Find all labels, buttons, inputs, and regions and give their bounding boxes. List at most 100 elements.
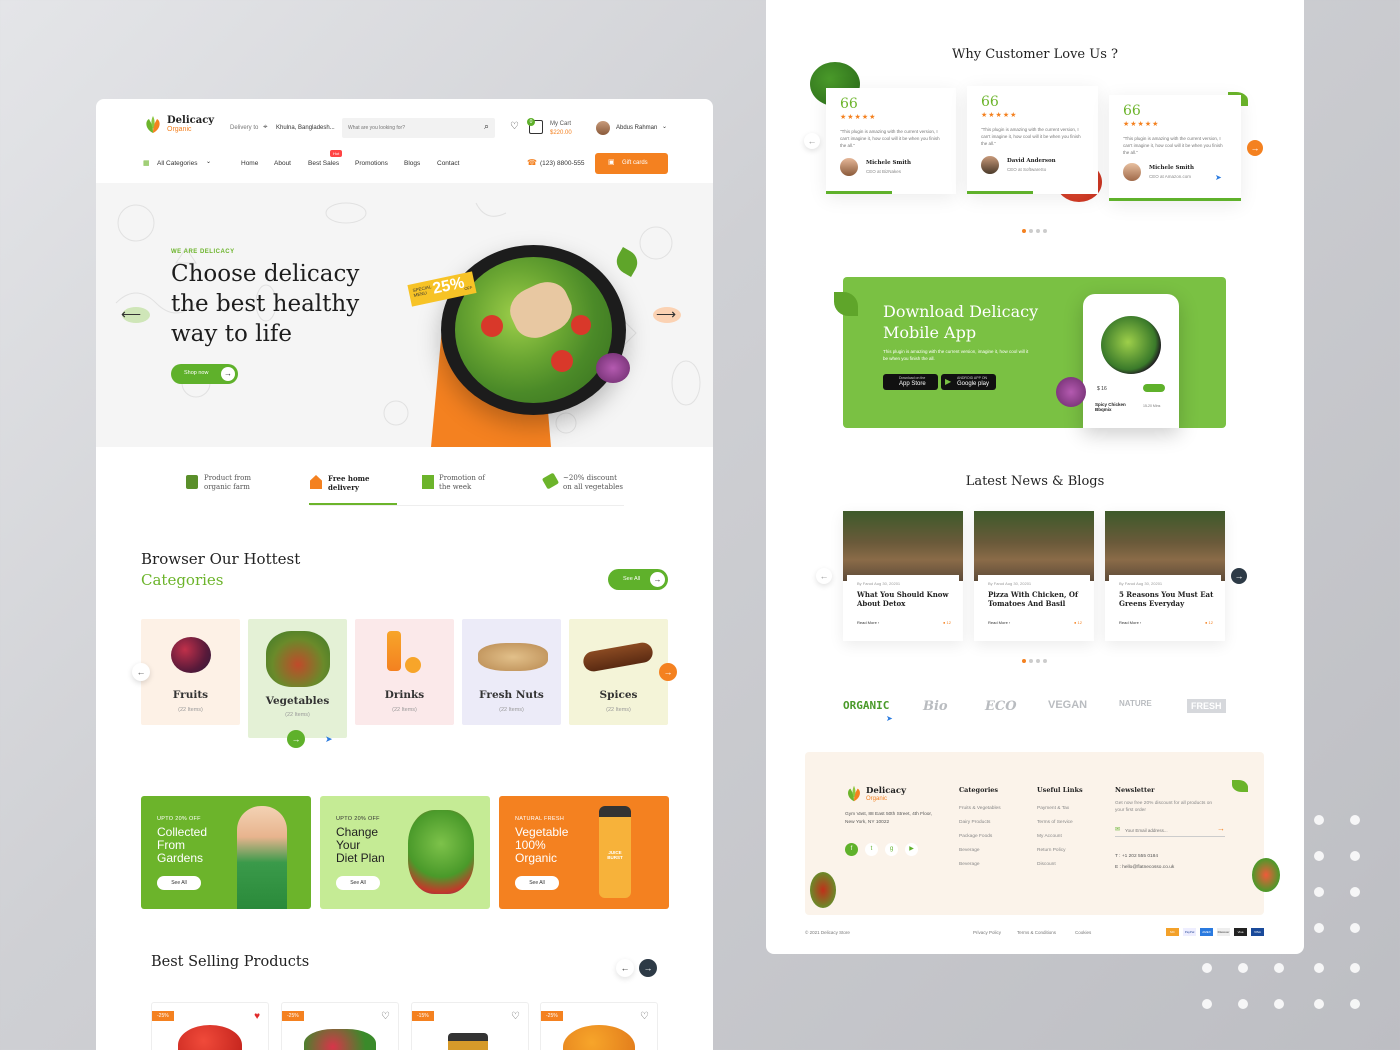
product-card[interactable]: -25% ♡ [281,1002,399,1050]
search-icon[interactable]: ⌕ [484,121,489,132]
cookies-link[interactable]: Cookies [1075,930,1091,935]
promo-see-all-button[interactable]: See All [336,876,380,890]
carousel-dot[interactable] [1036,659,1040,663]
gift-cards-button[interactable]: ▣ Gift cards [595,153,668,174]
arrow-right-icon[interactable]: → [1217,824,1225,833]
best-selling-prev-button[interactable]: ← [616,959,634,977]
nav-best-sales[interactable]: Best Sales [308,160,339,167]
brand-logo-vegan[interactable]: VEGAN [1048,699,1087,711]
chevron-down-icon[interactable]: ⌄ [206,158,211,165]
brand-logo-organic[interactable]: ORGANIC [843,699,889,712]
nav-blogs[interactable]: Blogs [404,160,420,167]
carousel-dot-active[interactable] [1022,229,1026,233]
heart-icon[interactable]: ♡ [640,1011,649,1022]
shop-now-button[interactable]: Shop now → [171,364,238,384]
category-card-fresh-nuts[interactable]: Fresh Nuts (22 Items) [462,619,561,725]
nav-contact[interactable]: Contact [437,160,459,167]
nav-promotions[interactable]: Promotions [355,160,388,167]
carousel-dot-active[interactable] [1022,659,1026,663]
footer-logo[interactable]: Delicacy Organic [845,783,925,807]
news-next-button[interactable]: → [1231,568,1247,584]
youtube-icon[interactable]: ▶ [905,843,918,856]
phone-number[interactable]: (123) 8800-555 [540,160,584,167]
feature-delivery[interactable]: Free home delivery [328,474,370,492]
footer-email[interactable]: E : hello@flatnecosso.co.uk [1115,865,1174,870]
user-name[interactable]: Abdus Rahman [616,125,657,131]
heart-icon[interactable]: ♡ [381,1011,390,1022]
site-logo[interactable]: Delicacy Organic [143,113,223,137]
carousel-dot[interactable] [1029,659,1033,663]
brand-logo-fresh[interactable]: FRESH [1187,699,1226,713]
google-play-button[interactable]: ▶ ANDROID APP ON Google play [941,374,996,390]
news-prev-button[interactable]: ← [816,568,832,584]
category-card-fruits[interactable]: Fruits (22 Items) [141,619,240,725]
promo-card-gardens[interactable]: UPTO 20% OFF Collected From Gardens See Al… [141,796,311,909]
blog-card[interactable]: By Farud Aug 30, 20201 5 Reasons You Mus… [1105,511,1225,641]
brand-logo-nature[interactable]: NATURE [1119,699,1152,708]
category-name: Fruits [172,689,209,701]
footer-category-link[interactable]: Beverage [959,848,980,853]
footer-useful-link[interactable]: Return Policy [1037,848,1066,853]
promo-card-organic[interactable]: NATURAL FRESH Vegetable 100% Organic See A… [499,796,669,909]
heart-icon[interactable]: ♡ [511,1011,520,1022]
categories-see-all-button[interactable]: See All → [608,569,668,590]
heart-filled-icon[interactable]: ♥ [254,1011,260,1022]
best-selling-next-button[interactable]: → [639,959,657,977]
footer-useful-link[interactable]: My Account [1037,834,1062,839]
newsletter-email-input[interactable] [1125,826,1210,835]
blog-title[interactable]: Pizza With Chicken, Of Tomatoes And Basi… [988,590,1088,608]
footer-category-link[interactable]: Dairy Products [959,820,990,825]
carousel-dot[interactable] [1029,229,1033,233]
footer-category-link[interactable]: Beverage [959,862,980,867]
search-input[interactable] [348,121,473,135]
categories-next-button[interactable]: → [659,663,677,681]
promo-see-all-button[interactable]: See All [157,876,201,890]
blog-card[interactable]: By Farud Aug 30, 20201 Pizza With Chicke… [974,511,1094,641]
all-categories-dropdown[interactable]: All Categories [157,160,197,167]
blog-title[interactable]: What You Should Know About Detox [857,590,957,608]
privacy-policy-link[interactable]: Privacy Policy [973,930,1001,935]
arrow-left-icon: ← [136,667,146,677]
blog-title[interactable]: 5 Reasons You Must Eat Greens Everyday [1119,590,1219,608]
product-card[interactable]: -25% ♥ [151,1002,269,1050]
chevron-down-icon[interactable]: ⌄ [662,123,667,130]
footer-useful-link[interactable]: Payment & Tax [1037,806,1069,811]
category-card-vegetables[interactable]: Vegetables (22 Items) [248,619,347,738]
promo-card-diet-plan[interactable]: UPTO 20% OFF Change Your Diet Plan See All [320,796,490,909]
categories-prev-button[interactable]: ← [132,663,150,681]
testimonials-prev-button[interactable]: ← [804,133,820,149]
google-plus-icon[interactable]: g [885,843,898,856]
terms-link[interactable]: Terms & Conditions [1017,930,1056,935]
carousel-dot[interactable] [1043,229,1047,233]
read-more-link[interactable]: Read More › [857,620,879,625]
brand-logo-bio[interactable]: Bio [923,699,948,714]
category-card-drinks[interactable]: Drinks (22 Items) [355,619,454,725]
location-selector[interactable]: Khulna, Bangladesh... [276,125,335,131]
carousel-dot[interactable] [1036,229,1040,233]
footer-useful-link[interactable]: Terms of Service [1037,820,1073,825]
user-avatar[interactable] [596,121,610,135]
cart-label[interactable]: My Cart [550,121,571,127]
facebook-icon[interactable]: f [845,843,858,856]
blog-card[interactable]: By Farud Aug 30, 20201 What You Should K… [843,511,963,641]
product-card[interactable]: -15% ♡ [411,1002,529,1050]
footer-useful-link[interactable]: Discount [1037,862,1056,867]
phone-price: $ 16 [1097,386,1107,392]
footer-category-link[interactable]: Fruits & Vegetables [959,806,1001,811]
twitter-icon[interactable]: t [865,843,878,856]
footer-category-link[interactable]: Package Foods [959,834,992,839]
nav-about[interactable]: About [274,160,291,167]
wishlist-heart-icon[interactable]: ♡ [510,121,519,132]
testimonials-next-button[interactable]: → [1247,140,1263,156]
product-card[interactable]: -25% ♡ [540,1002,658,1050]
category-card-spices[interactable]: Spices (22 Items) [569,619,668,725]
promo-see-all-button[interactable]: See All [515,876,559,890]
category-open-button[interactable]: → [287,730,305,748]
brand-logo-eco[interactable]: ECO [985,699,1017,714]
comment-icon: ● [1074,620,1077,625]
read-more-link[interactable]: Read More › [988,620,1010,625]
app-store-button[interactable]: Download on the App Store [883,374,938,390]
read-more-link[interactable]: Read More › [1119,620,1141,625]
carousel-dot[interactable] [1043,659,1047,663]
nav-home[interactable]: Home [241,160,258,167]
